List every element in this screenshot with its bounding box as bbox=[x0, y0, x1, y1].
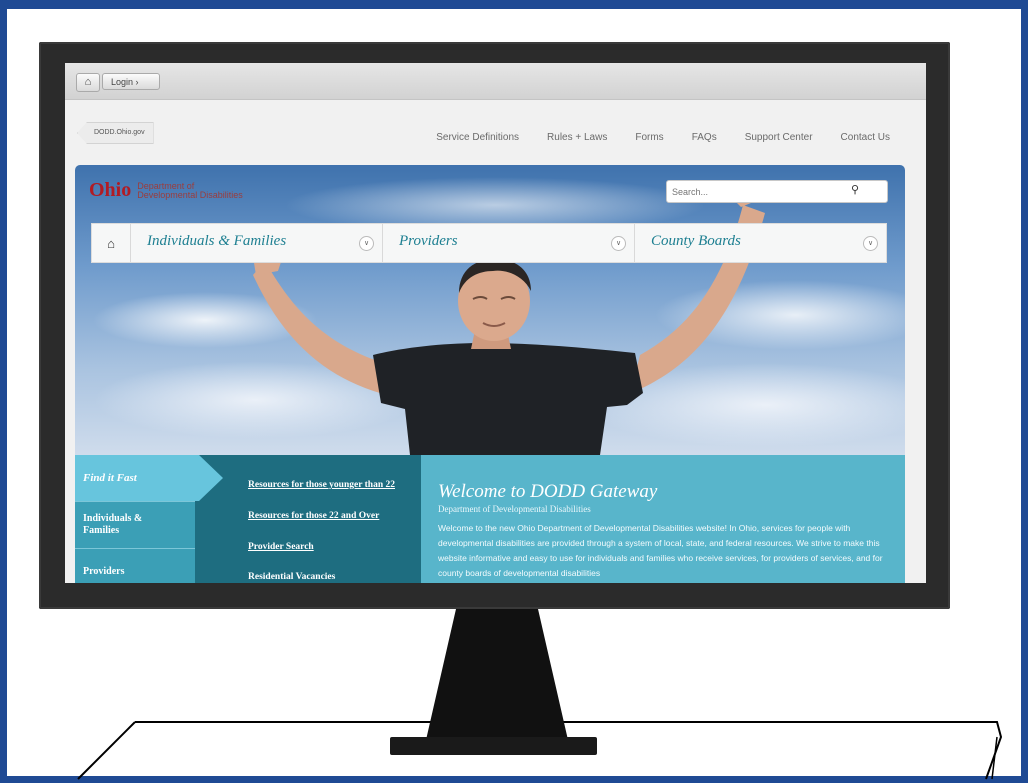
brand-logo[interactable]: Ohio Department of Developmental Disabil… bbox=[89, 179, 243, 202]
divider bbox=[75, 548, 195, 549]
chevron-down-icon[interactable]: ∨ bbox=[359, 236, 374, 251]
divider bbox=[75, 501, 195, 502]
welcome-body: Welcome to the new Ohio Department of De… bbox=[438, 523, 883, 578]
link-resources-22-over[interactable]: Resources for those 22 and Over bbox=[248, 511, 418, 521]
home-icon[interactable]: ⌂ bbox=[76, 73, 100, 92]
welcome-title: Welcome to DODD Gateway bbox=[438, 481, 658, 502]
chevron-down-icon[interactable]: ∨ bbox=[863, 236, 878, 251]
link-faqs[interactable]: FAQs bbox=[692, 132, 717, 143]
link-forms[interactable]: Forms bbox=[635, 132, 663, 143]
home-icon[interactable]: ⌂ bbox=[92, 224, 131, 262]
main-nav: ⌂ Individuals & Families ∨ Providers ∨ C… bbox=[91, 223, 887, 263]
hero-photo-person bbox=[253, 181, 767, 455]
link-contact-us[interactable]: Contact Us bbox=[841, 132, 890, 143]
link-service-definitions[interactable]: Service Definitions bbox=[436, 132, 519, 143]
top-links: Service Definitions Rules + Laws Forms F… bbox=[436, 132, 890, 143]
search-input[interactable] bbox=[670, 183, 854, 200]
nav-individuals-families[interactable]: Individuals & Families ∨ bbox=[131, 224, 383, 262]
site-breadcrumb-tag[interactable]: DODD.Ohio.gov bbox=[77, 122, 154, 144]
search-icon[interactable]: ⚲ bbox=[851, 183, 865, 197]
browser-screen: ⌂ Login › DODD.Ohio.gov Service Definiti… bbox=[65, 63, 926, 583]
login-button[interactable]: Login › bbox=[102, 73, 160, 90]
welcome-subtitle: Department of Developmental Disabilities bbox=[438, 504, 591, 514]
link-resources-under-22[interactable]: Resources for those younger than 22 bbox=[248, 480, 418, 490]
department-name: Department of Developmental Disabilities bbox=[137, 180, 243, 200]
ohio-wordmark: Ohio bbox=[89, 179, 132, 201]
nav-label: County Boards bbox=[651, 233, 741, 249]
link-support-center[interactable]: Support Center bbox=[745, 132, 813, 143]
utility-bar: ⌂ Login › bbox=[65, 63, 926, 100]
find-fast-label: Find it Fast bbox=[83, 472, 137, 484]
find-fast-individuals-families[interactable]: Individuals & Families bbox=[83, 513, 163, 537]
find-fast-providers[interactable]: Providers bbox=[83, 566, 124, 578]
link-rules-laws[interactable]: Rules + Laws bbox=[547, 132, 607, 143]
link-residential-vacancies[interactable]: Residential Vacancies bbox=[248, 572, 418, 582]
search-box: ⚲ bbox=[666, 180, 888, 203]
nav-label: Providers bbox=[399, 233, 458, 249]
hero-banner: Ohio Department of Developmental Disabil… bbox=[75, 165, 905, 455]
chevron-down-icon[interactable]: ∨ bbox=[611, 236, 626, 251]
nav-county-boards[interactable]: County Boards ∨ bbox=[635, 224, 886, 262]
nav-label: Individuals & Families bbox=[147, 233, 287, 249]
nav-providers[interactable]: Providers ∨ bbox=[383, 224, 635, 262]
link-provider-search[interactable]: Provider Search bbox=[248, 542, 418, 552]
